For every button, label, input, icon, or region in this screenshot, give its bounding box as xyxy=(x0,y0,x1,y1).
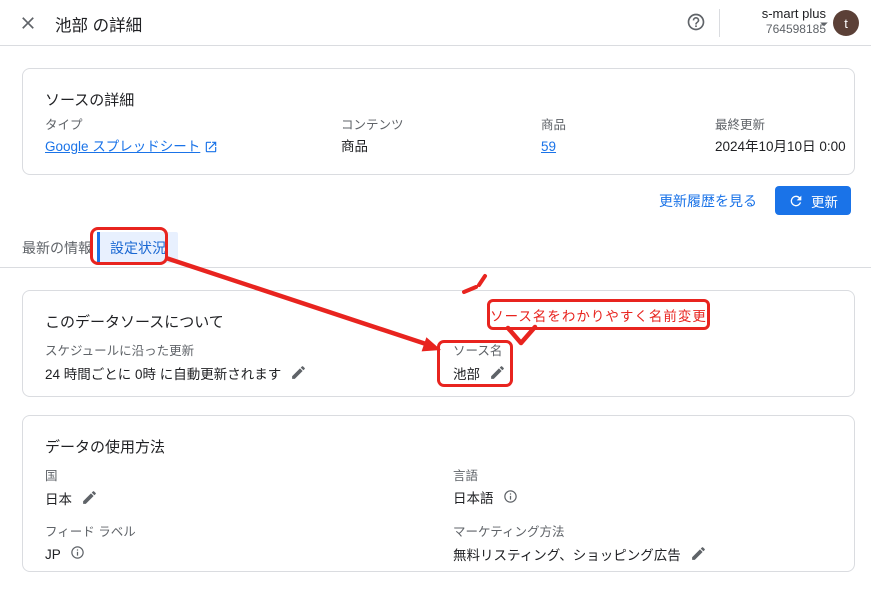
field-language-value: 日本語 xyxy=(453,490,494,508)
field-content-value: 商品 xyxy=(341,138,404,156)
field-feed-label-label: フィード ラベル xyxy=(45,524,136,540)
field-source-name-value: 池部 xyxy=(453,366,480,384)
field-marketing-method-value: 無料リスティング、ショッピング広告 xyxy=(453,547,681,565)
field-last-update-value: 2024年10月10日 0:00 xyxy=(715,138,846,156)
field-products-label: 商品 xyxy=(541,117,566,133)
field-country: 国 日本 xyxy=(45,468,98,511)
header-divider xyxy=(719,9,720,37)
source-details-card: ソースの詳細 タイプ Google スプレッドシート コンテンツ 商品 商品 5… xyxy=(22,68,855,175)
field-type: タイプ Google スプレッドシート xyxy=(45,117,218,156)
field-language: 言語 日本語 xyxy=(453,468,518,509)
field-products: 商品 59 xyxy=(541,117,566,156)
language-info-icon[interactable] xyxy=(503,489,518,509)
open-in-new-icon xyxy=(204,140,218,154)
feed-label-info-icon[interactable] xyxy=(70,545,85,565)
field-schedule-value: 24 時間ごとに 0時 に自動更新されます xyxy=(45,366,281,384)
edit-source-name-icon[interactable] xyxy=(489,364,506,386)
about-card-title: このデータソースについて xyxy=(45,311,224,332)
tab-setup-status[interactable]: 設定状況 xyxy=(97,232,178,263)
field-last-update: 最終更新 2024年10月10日 0:00 xyxy=(715,117,846,156)
field-marketing-method-label: マーケティング方法 xyxy=(453,524,707,540)
edit-country-icon[interactable] xyxy=(81,489,98,511)
page-title: 池部 の詳細 xyxy=(55,12,142,36)
field-feed-label-value: JP xyxy=(45,546,61,564)
field-schedule: スケジュールに沿った更新 24 時間ごとに 0時 に自動更新されます xyxy=(45,343,307,386)
refresh-icon xyxy=(788,193,804,209)
merchant-center-source-detail-page: 池部 の詳細 s-mart plus 764598185 t ソースの詳細 タイ… xyxy=(0,0,871,591)
source-details-title: ソースの詳細 xyxy=(45,89,134,110)
update-button[interactable]: 更新 xyxy=(775,186,851,215)
field-source-name-label: ソース名 xyxy=(453,343,506,359)
field-content: コンテンツ 商品 xyxy=(341,117,404,156)
edit-marketing-method-icon[interactable] xyxy=(690,545,707,567)
about-data-source-card: このデータソースについて スケジュールに沿った更新 24 時間ごとに 0時 に自… xyxy=(22,290,855,397)
tabs-divider xyxy=(0,267,871,268)
field-content-label: コンテンツ xyxy=(341,117,404,133)
avatar[interactable]: t xyxy=(833,10,859,36)
chevron-down-icon[interactable] xyxy=(815,15,833,38)
help-icon[interactable] xyxy=(686,12,706,32)
products-count-link[interactable]: 59 xyxy=(541,138,556,156)
field-country-label: 国 xyxy=(45,468,98,484)
field-language-label: 言語 xyxy=(453,468,518,484)
edit-schedule-icon[interactable] xyxy=(290,364,307,386)
field-type-label: タイプ xyxy=(45,117,218,133)
tab-latest-info[interactable]: 最新の情報 xyxy=(22,232,92,263)
spreadsheet-link[interactable]: Google スプレッドシート xyxy=(45,138,218,156)
field-country-value: 日本 xyxy=(45,491,72,509)
header-bar: 池部 の詳細 s-mart plus 764598185 t xyxy=(0,0,871,46)
field-schedule-label: スケジュールに沿った更新 xyxy=(45,343,307,359)
account-id: 764598185 xyxy=(730,22,826,37)
account-switcher[interactable]: s-mart plus 764598185 xyxy=(730,6,826,37)
close-icon[interactable] xyxy=(18,13,38,33)
field-source-name: ソース名 池部 xyxy=(453,343,506,386)
spreadsheet-link-label: Google スプレッドシート xyxy=(45,138,200,156)
field-feed-label: フィード ラベル JP xyxy=(45,524,136,565)
field-last-update-label: 最終更新 xyxy=(715,117,846,133)
actions-row: 更新履歴を見る 更新 xyxy=(659,186,851,215)
field-marketing-method: マーケティング方法 無料リスティング、ショッピング広告 xyxy=(453,524,707,567)
update-history-link[interactable]: 更新履歴を見る xyxy=(659,191,757,211)
data-usage-card: データの使用方法 国 日本 言語 日本語 フィード ラベル JP xyxy=(22,415,855,572)
usage-card-title: データの使用方法 xyxy=(45,436,165,457)
account-name: s-mart plus xyxy=(730,6,826,22)
update-button-label: 更新 xyxy=(811,191,838,211)
